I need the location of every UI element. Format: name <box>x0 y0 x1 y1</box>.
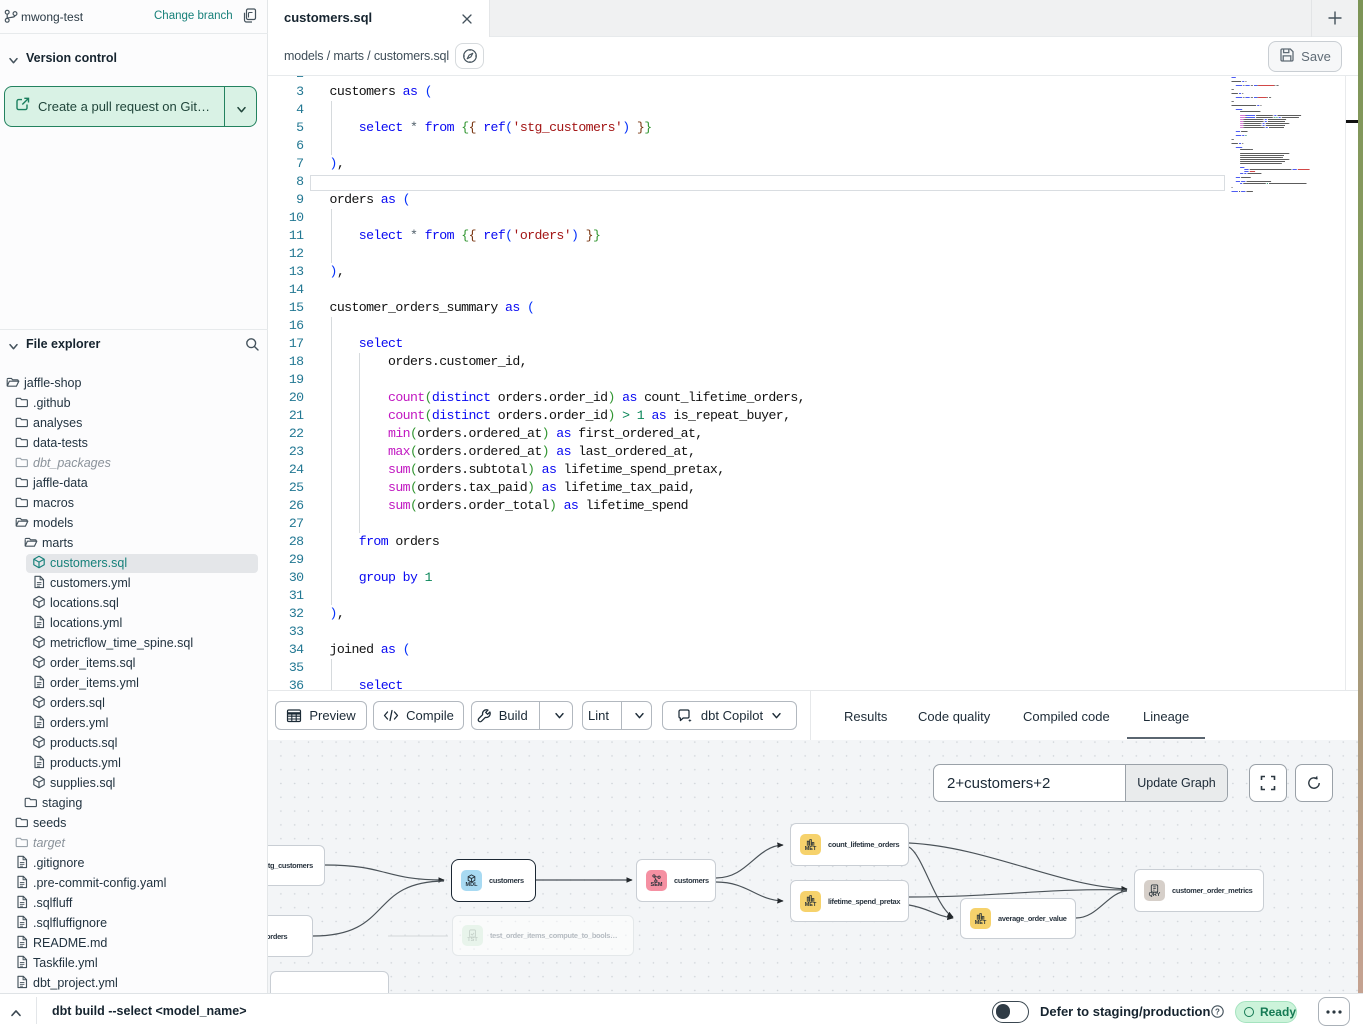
svg-text:?: ? <box>1215 1007 1220 1016</box>
